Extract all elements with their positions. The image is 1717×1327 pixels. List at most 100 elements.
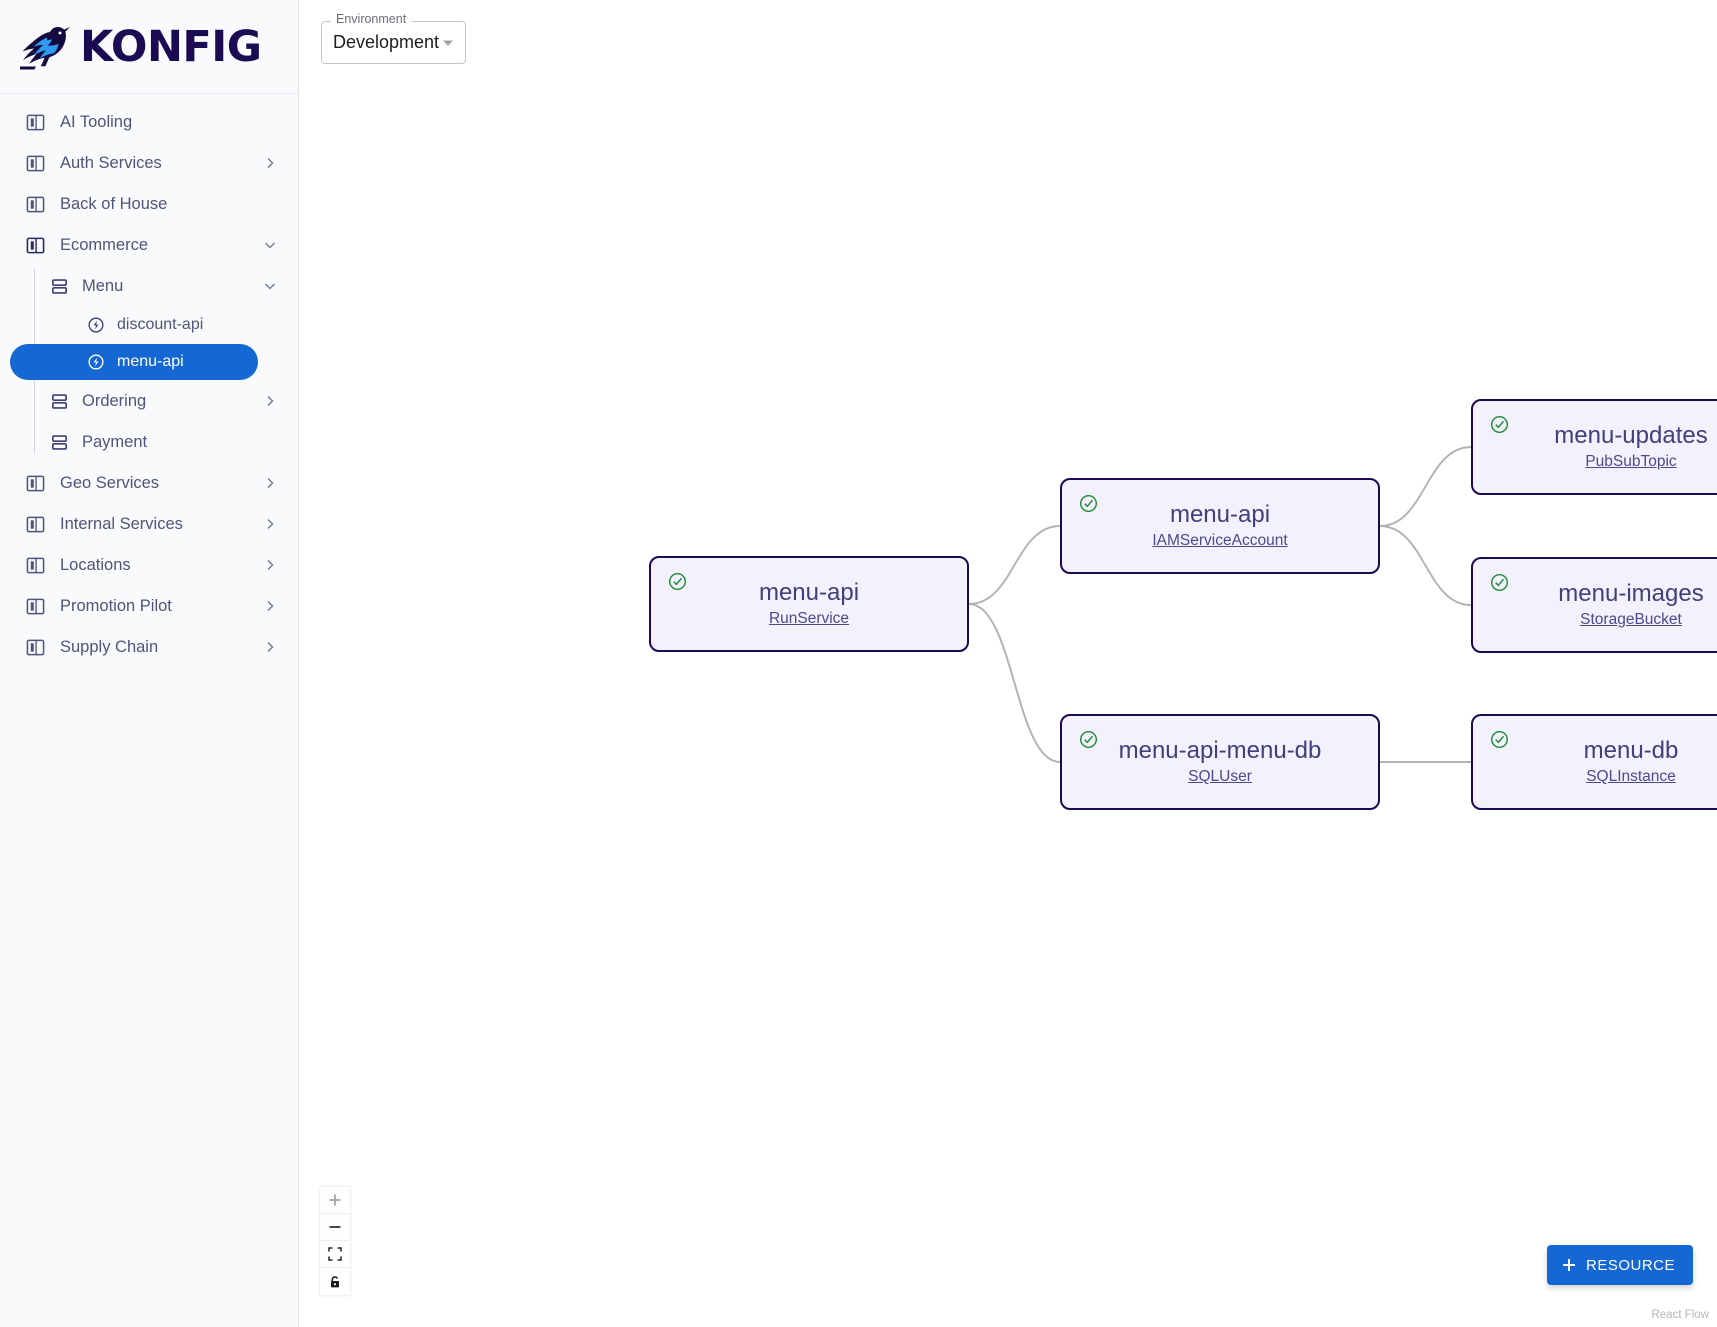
panel-icon [24, 513, 46, 535]
react-flow-controls [320, 1187, 350, 1295]
sidebar-item-back-of-house[interactable]: Back of House [10, 184, 288, 224]
sidebar-item-label: Promotion Pilot [60, 597, 262, 616]
check-circle-icon [1490, 415, 1509, 434]
check-circle-icon [1490, 573, 1509, 592]
node-title: menu-api [759, 580, 859, 605]
brand-logo[interactable]: KONFIG [0, 0, 298, 94]
sidebar-item-supply-chain[interactable]: Supply Chain [10, 627, 288, 667]
sidebar-item-label: AI Tooling [60, 113, 278, 132]
chevron-right-icon [262, 639, 278, 655]
lock-icon [328, 1275, 342, 1289]
fit-view-icon [328, 1247, 342, 1261]
chevron-down-icon [262, 278, 278, 294]
graph-canvas[interactable]: Environment Development [299, 0, 1717, 1327]
graph-node[interactable]: menu-db SQLInstance [1471, 714, 1717, 810]
sidebar-item-geo-services[interactable]: Geo Services [10, 463, 288, 503]
sidebar-item-label: Payment [82, 433, 278, 452]
node-title: menu-db [1584, 738, 1679, 763]
panel-icon [24, 472, 46, 494]
node-subtitle[interactable]: SQLUser [1188, 768, 1252, 786]
function-icon [86, 353, 105, 372]
sidebar-item-label: Geo Services [60, 474, 262, 493]
graph-node[interactable]: menu-api-menu-db SQLUser [1060, 714, 1380, 810]
react-flow-attribution[interactable]: React Flow [1651, 1309, 1709, 1321]
react-flow-viewport[interactable]: menu-api RunService menu-api IAMServiceA… [299, 0, 1717, 1327]
node-title: menu-images [1558, 581, 1703, 606]
edge-iam-to-images [1380, 526, 1471, 605]
graph-node[interactable]: menu-api RunService [649, 556, 969, 652]
minus-icon [328, 1220, 342, 1234]
fit-view-button[interactable] [320, 1241, 350, 1268]
panel-icon [24, 595, 46, 617]
plus-icon [1561, 1257, 1577, 1273]
chevron-right-icon [262, 557, 278, 573]
stack-icon [48, 275, 70, 297]
sidebar-item-label: menu-api [117, 353, 248, 371]
edge-run-to-iam [969, 526, 1060, 604]
node-subtitle[interactable]: RunService [769, 610, 849, 628]
sidebar-item-label: Auth Services [60, 154, 262, 173]
lock-button[interactable] [320, 1268, 350, 1295]
node-subtitle[interactable]: IAMServiceAccount [1152, 532, 1287, 550]
panel-icon [24, 111, 46, 133]
stack-icon [48, 390, 70, 412]
node-title: menu-api-menu-db [1119, 738, 1322, 763]
add-resource-label: RESOURCE [1586, 1257, 1675, 1274]
sidebar-item-locations[interactable]: Locations [10, 545, 288, 585]
chevron-right-icon [262, 475, 278, 491]
stack-icon [48, 431, 70, 453]
sidebar-item-menu[interactable]: Menu [10, 266, 288, 306]
node-subtitle[interactable]: PubSubTopic [1585, 453, 1676, 471]
chevron-right-icon [262, 598, 278, 614]
sidebar-nav: AI Tooling Auth Services Back of House [0, 94, 298, 668]
chevron-right-icon [262, 516, 278, 532]
sidebar-item-label: Locations [60, 556, 262, 575]
check-circle-icon [1490, 730, 1509, 749]
sidebar-item-ecommerce[interactable]: Ecommerce [10, 225, 288, 265]
check-circle-icon [1079, 494, 1098, 513]
node-subtitle[interactable]: StorageBucket [1580, 611, 1682, 629]
sidebar-item-ai-tooling[interactable]: AI Tooling [10, 102, 288, 142]
plus-icon [328, 1193, 342, 1207]
zoom-in-button[interactable] [320, 1187, 350, 1214]
sidebar: KONFIG AI Tooling Auth Services [0, 0, 299, 1327]
graph-node[interactable]: menu-updates PubSubTopic [1471, 399, 1717, 495]
sidebar-item-internal-services[interactable]: Internal Services [10, 504, 288, 544]
brand-name: KONFIG [80, 22, 262, 72]
ecommerce-children: Menu discount-api [10, 266, 288, 462]
sidebar-item-discount-api[interactable]: discount-api [10, 307, 288, 343]
sidebar-item-payment[interactable]: Payment [10, 422, 288, 462]
node-title: menu-api [1170, 502, 1270, 527]
panel-icon [24, 234, 46, 256]
check-circle-icon [1079, 730, 1098, 749]
bird-logo-icon [18, 21, 74, 73]
sidebar-item-label: Back of House [60, 195, 278, 214]
panel-icon [24, 554, 46, 576]
edge-iam-to-updates [1380, 447, 1471, 526]
check-circle-icon [668, 572, 687, 591]
panel-icon [24, 636, 46, 658]
zoom-out-button[interactable] [320, 1214, 350, 1241]
graph-edges [299, 0, 1717, 1327]
sidebar-item-auth-services[interactable]: Auth Services [10, 143, 288, 183]
add-resource-button[interactable]: RESOURCE [1547, 1245, 1693, 1285]
graph-node[interactable]: menu-images StorageBucket [1471, 557, 1717, 653]
function-icon [86, 316, 105, 335]
app-root: KONFIG AI Tooling Auth Services [0, 0, 1717, 1327]
sidebar-item-label: Ordering [82, 392, 262, 411]
sidebar-item-label: Supply Chain [60, 638, 262, 657]
chevron-right-icon [262, 393, 278, 409]
panel-icon [24, 193, 46, 215]
sidebar-item-label: discount-api [117, 316, 278, 334]
sidebar-item-promotion-pilot[interactable]: Promotion Pilot [10, 586, 288, 626]
sidebar-item-ordering[interactable]: Ordering [10, 381, 288, 421]
edge-run-to-sqluser [969, 604, 1060, 762]
sidebar-item-menu-api[interactable]: menu-api [10, 344, 258, 380]
sidebar-item-label: Internal Services [60, 515, 262, 534]
sidebar-item-label: Ecommerce [60, 236, 262, 255]
node-subtitle[interactable]: SQLInstance [1586, 768, 1676, 786]
graph-node[interactable]: menu-api IAMServiceAccount [1060, 478, 1380, 574]
panel-icon [24, 152, 46, 174]
chevron-right-icon [262, 155, 278, 171]
node-title: menu-updates [1554, 423, 1707, 448]
